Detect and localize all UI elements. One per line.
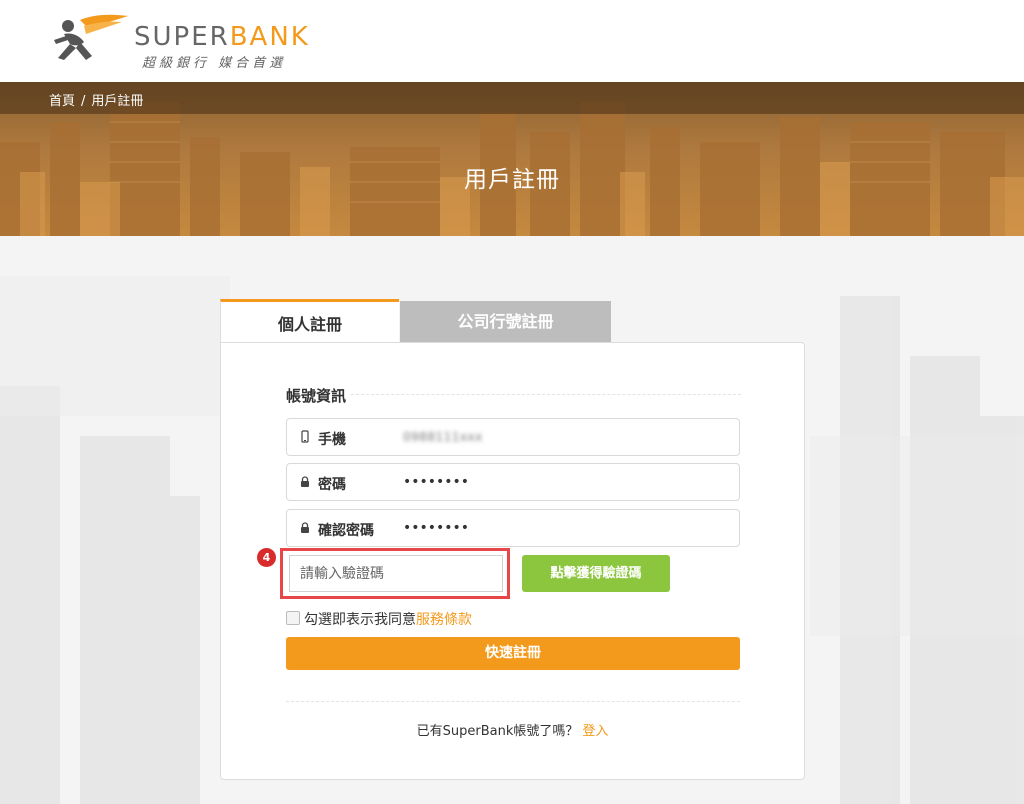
breadcrumb: 首頁 / 用戶註冊 bbox=[49, 90, 143, 109]
quick-register-button[interactable]: 快速註冊 bbox=[286, 637, 740, 670]
phone-label: 手機 bbox=[318, 432, 346, 448]
password-label: 密碼 bbox=[318, 477, 346, 493]
registration-form-card: 帳號資訊 手機 0988111xxx 密碼 •••••••• 確認密碼 ••••… bbox=[220, 342, 805, 780]
terms-agreement-text: 勾選即表示我同意服務條款 bbox=[304, 609, 472, 629]
phone-field[interactable]: 手機 0988111xxx bbox=[286, 418, 740, 456]
phone-value[interactable]: 0988111xxx bbox=[403, 429, 483, 445]
page-title: 用戶註冊 bbox=[464, 167, 560, 193]
login-link[interactable]: 登入 bbox=[582, 724, 608, 739]
login-prompt-row: 已有SuperBank帳號了嗎？ 登入 bbox=[221, 720, 804, 739]
get-verification-code-button[interactable]: 點擊獲得驗證碼 bbox=[522, 555, 670, 592]
site-header: SUPERBANK 超級銀行 媒合首選 bbox=[0, 0, 1024, 82]
running-man-logo-icon bbox=[54, 14, 128, 60]
terms-prefix: 勾選即表示我同意 bbox=[304, 612, 416, 628]
terms-checkbox[interactable] bbox=[286, 611, 300, 625]
breadcrumb-bar: 首頁 / 用戶註冊 bbox=[0, 82, 1024, 114]
password-value[interactable]: •••••••• bbox=[403, 474, 469, 490]
brand-tagline: 超級銀行 媒合首選 bbox=[142, 56, 287, 71]
bottom-divider bbox=[286, 701, 740, 702]
verification-code-input[interactable] bbox=[289, 555, 503, 592]
brand-suffix: BANK bbox=[229, 22, 310, 52]
phone-value-blurred: 0988111xxx bbox=[403, 430, 483, 444]
breadcrumb-current: 用戶註冊 bbox=[91, 94, 144, 109]
confirm-password-field[interactable]: 確認密碼 •••••••• bbox=[286, 509, 740, 547]
lock-icon bbox=[301, 522, 309, 533]
section-title-account-info: 帳號資訊 bbox=[286, 387, 347, 405]
tab-company-registration[interactable]: 公司行號註冊 bbox=[400, 301, 611, 342]
password-field[interactable]: 密碼 •••••••• bbox=[286, 463, 740, 501]
breadcrumb-home-link[interactable]: 首頁 bbox=[49, 94, 75, 109]
step-number-badge: 4 bbox=[257, 548, 276, 567]
confirm-password-value[interactable]: •••••••• bbox=[403, 520, 469, 536]
mobile-icon bbox=[301, 430, 309, 443]
terms-of-service-link[interactable]: 服務條款 bbox=[416, 612, 472, 628]
breadcrumb-separator: / bbox=[81, 94, 86, 109]
superbank-logo[interactable]: SUPERBANK 超級銀行 媒合首選 bbox=[50, 10, 330, 72]
tab-personal-registration[interactable]: 個人註冊 bbox=[220, 299, 399, 343]
section-divider bbox=[351, 394, 741, 395]
login-prompt-text: 已有SuperBank帳號了嗎？ bbox=[416, 724, 579, 739]
brand-name: SUPERBANK bbox=[134, 22, 310, 52]
hero-banner: 首頁 / 用戶註冊 用戶註冊 bbox=[0, 82, 1024, 236]
lock-icon bbox=[301, 476, 309, 487]
brand-prefix: SUPER bbox=[134, 22, 230, 52]
confirm-password-label: 確認密碼 bbox=[318, 523, 374, 539]
